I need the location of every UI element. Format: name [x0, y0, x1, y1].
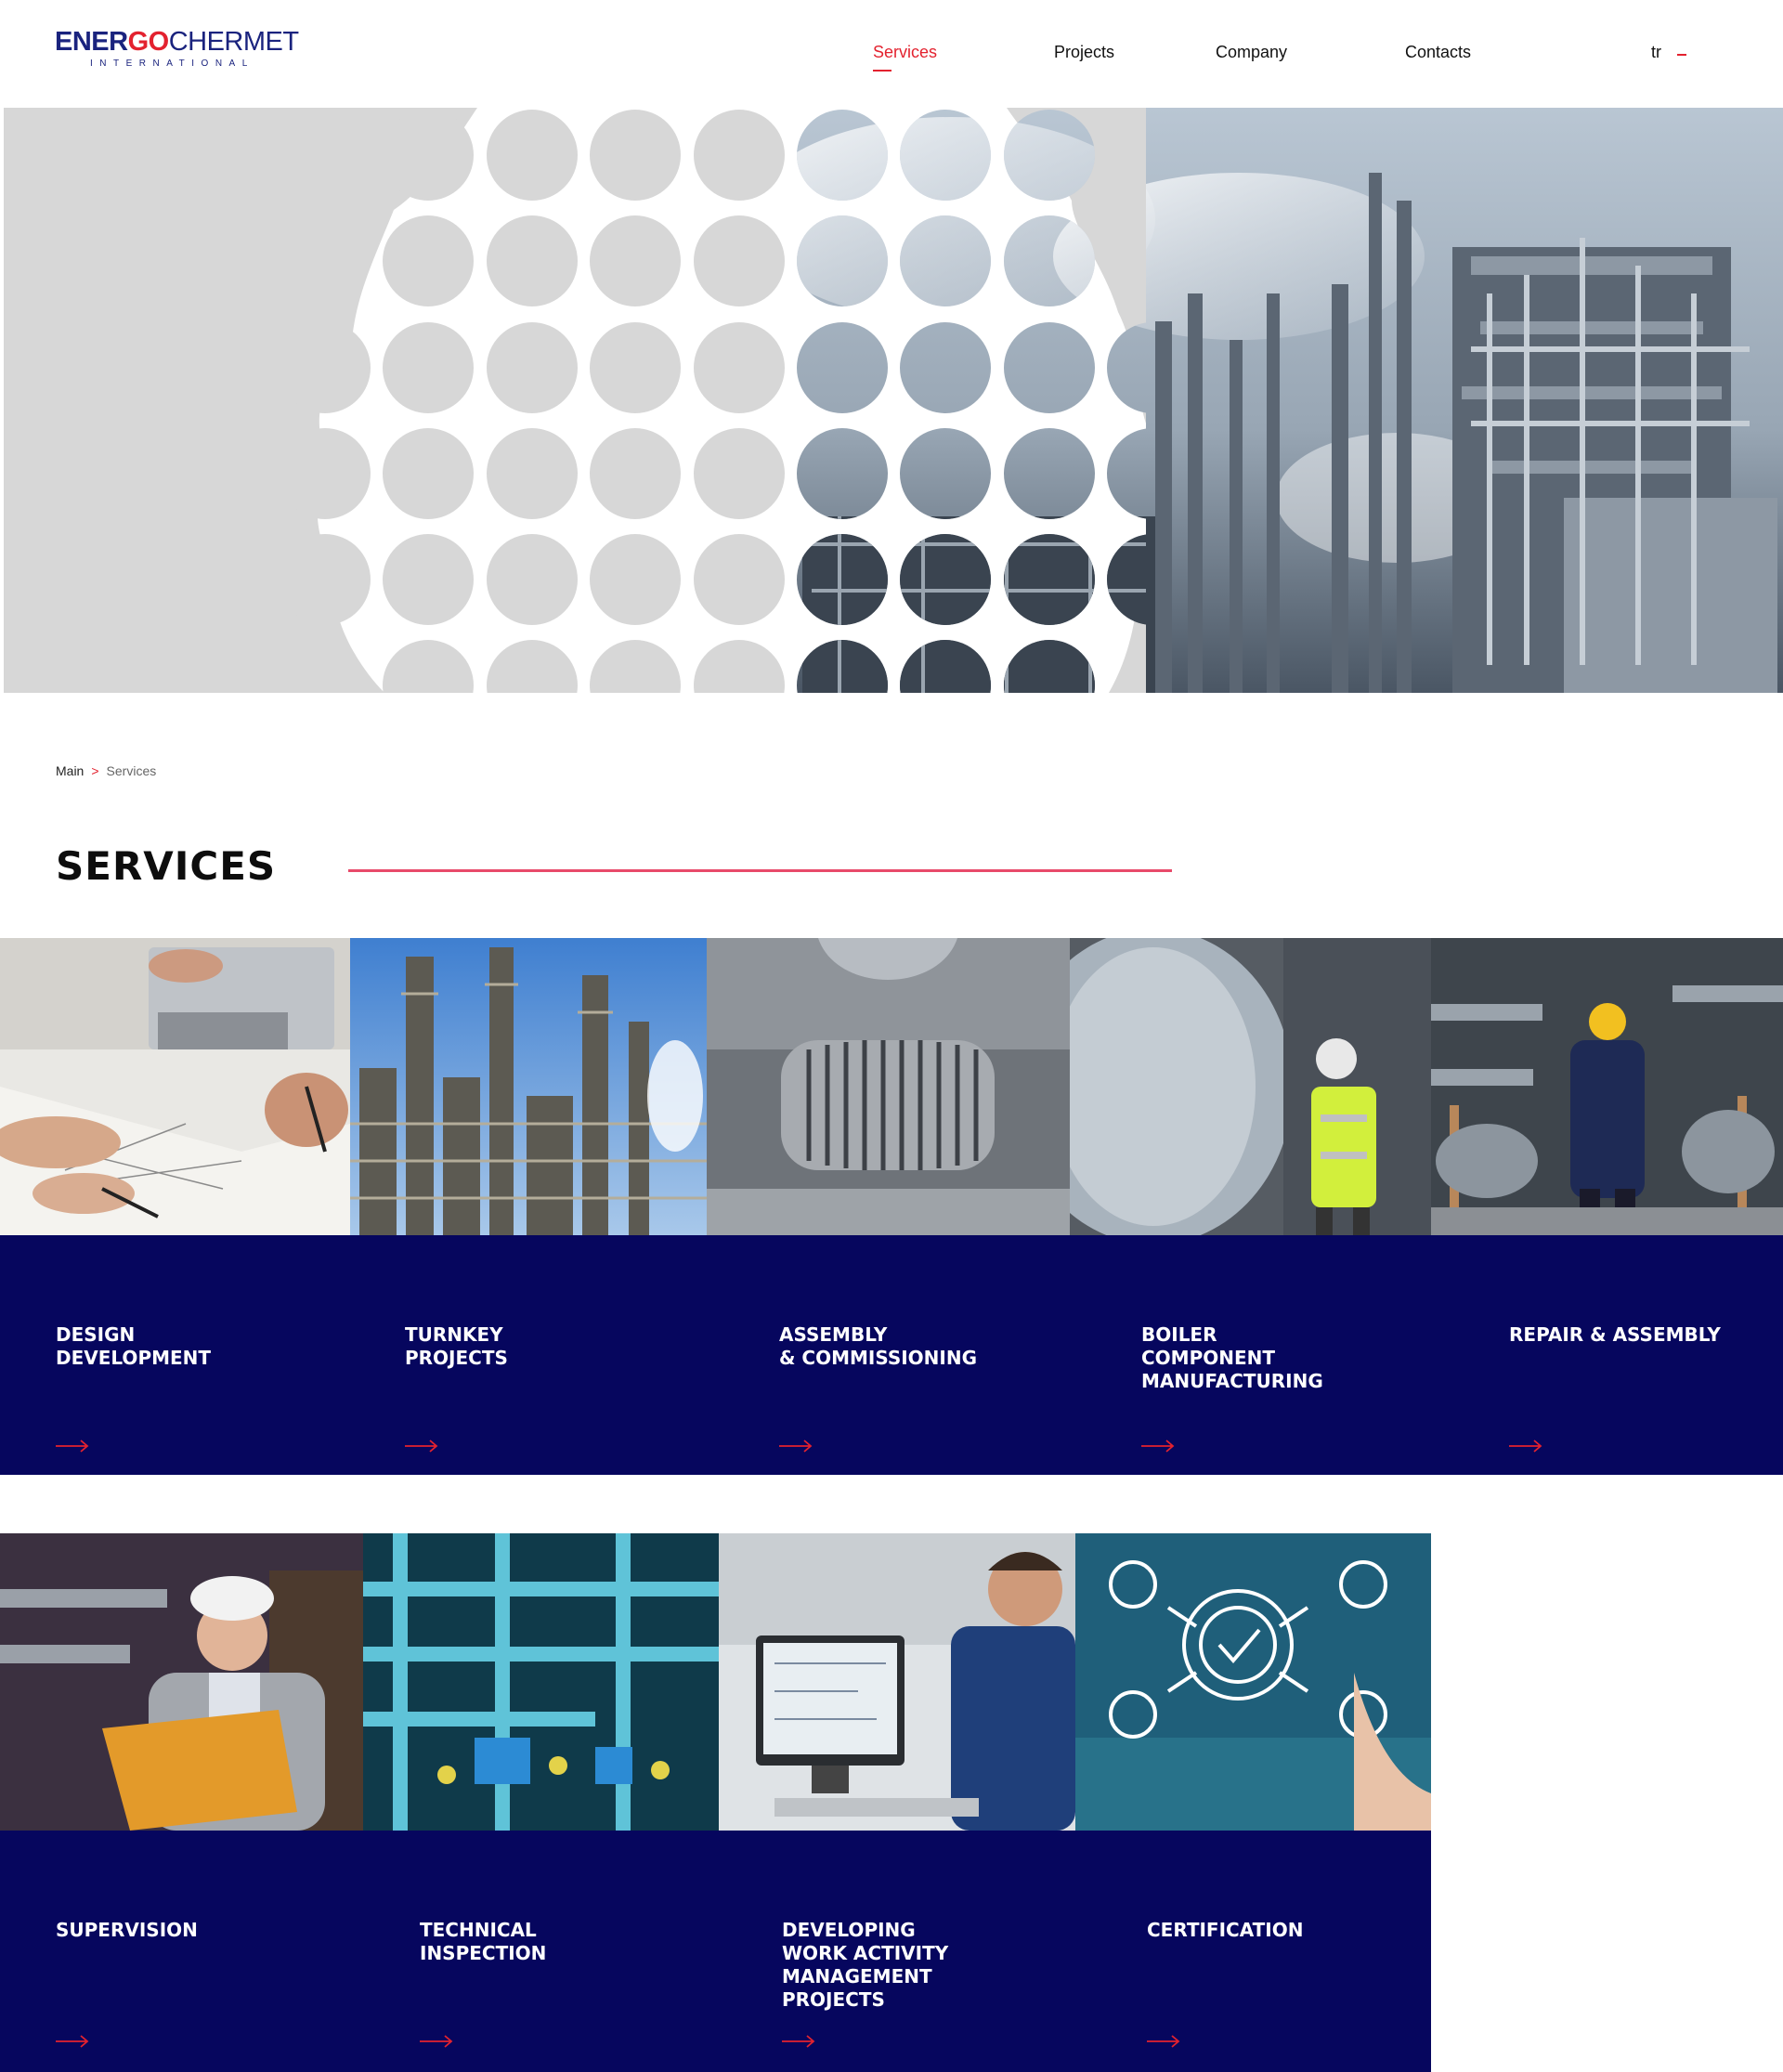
title-divider — [348, 869, 1172, 872]
service-image-work-activity — [719, 1533, 1075, 1831]
logo-text-3: CHERMET — [168, 27, 299, 57]
arrow-right-icon[interactable] — [56, 1440, 89, 1453]
hero-image — [4, 108, 1783, 693]
arrow-right-icon[interactable] — [1509, 1440, 1542, 1453]
service-image-inspection — [363, 1533, 719, 1831]
arrow-right-icon[interactable] — [1147, 2035, 1180, 2048]
service-image-supervision — [0, 1533, 363, 1831]
service-card-supervision[interactable]: SUPERVISION — [0, 1533, 363, 2072]
breadcrumb-separator: > — [91, 763, 99, 778]
breadcrumb: Main > Services — [56, 763, 156, 778]
breadcrumb-main-link[interactable]: Main — [56, 763, 84, 778]
site-header: ENERGOCHERMET INTERNATIONAL Services Pro… — [0, 0, 1783, 107]
arrow-right-icon[interactable] — [1141, 1440, 1175, 1453]
service-label: DEVELOPING WORK ACTIVITY MANAGEMENT PROJ… — [782, 1919, 949, 2011]
service-label: TURNKEY PROJECTS — [405, 1323, 508, 1369]
arrow-right-icon[interactable] — [782, 2035, 815, 2048]
nav-contacts[interactable]: Contacts — [1405, 43, 1471, 62]
logo-subtitle: INTERNATIONAL — [90, 59, 254, 69]
language-switcher[interactable]: tr — [1651, 43, 1661, 62]
service-card-design[interactable]: DESIGN DEVELOPMENT — [0, 938, 350, 1475]
service-image-design — [0, 938, 350, 1235]
service-label: TECHNICAL INSPECTION — [420, 1919, 547, 1964]
arrow-right-icon[interactable] — [779, 1440, 813, 1453]
nav-services[interactable]: Services — [873, 43, 937, 62]
nav-active-indicator — [873, 70, 892, 72]
service-card-inspection[interactable]: TECHNICAL INSPECTION — [363, 1533, 719, 2072]
service-card-assembly[interactable]: ASSEMBLY & COMMISSIONING — [707, 938, 1070, 1475]
service-image-assembly — [707, 938, 1070, 1235]
service-card-boiler[interactable]: BOILER COMPONENT MANUFACTURING — [1070, 938, 1431, 1475]
service-card-certification[interactable]: CERTIFICATION — [1075, 1533, 1431, 2072]
page-title: SERVICES — [56, 843, 277, 889]
logo-text-1: ENER — [55, 27, 128, 57]
nav-projects[interactable]: Projects — [1054, 43, 1114, 62]
company-logo[interactable]: ENERGOCHERMET INTERNATIONAL — [55, 27, 299, 76]
logo-text-2: GO — [127, 27, 170, 57]
service-image-repair — [1431, 938, 1783, 1235]
service-image-turnkey — [350, 938, 707, 1235]
service-image-certification — [1075, 1533, 1431, 1831]
nav-company[interactable]: Company — [1216, 43, 1287, 62]
service-card-work-activity[interactable]: DEVELOPING WORK ACTIVITY MANAGEMENT PROJ… — [719, 1533, 1075, 2072]
service-card-repair[interactable]: REPAIR & ASSEMBLY — [1431, 938, 1783, 1475]
service-card-turnkey[interactable]: TURNKEY PROJECTS — [350, 938, 707, 1475]
breadcrumb-current: Services — [106, 763, 157, 778]
service-label: ASSEMBLY & COMMISSIONING — [779, 1323, 978, 1369]
hero-banner — [4, 108, 1783, 693]
service-label: CERTIFICATION — [1147, 1919, 1304, 1941]
language-dash — [1677, 54, 1686, 56]
service-image-boiler — [1070, 938, 1431, 1235]
service-label: DESIGN DEVELOPMENT — [56, 1323, 212, 1369]
arrow-right-icon[interactable] — [405, 1440, 438, 1453]
service-label: SUPERVISION — [56, 1919, 198, 1941]
arrow-right-icon[interactable] — [56, 2035, 89, 2048]
service-label: REPAIR & ASSEMBLY — [1509, 1323, 1721, 1346]
service-label: BOILER COMPONENT MANUFACTURING — [1141, 1323, 1323, 1392]
arrow-right-icon[interactable] — [420, 2035, 453, 2048]
